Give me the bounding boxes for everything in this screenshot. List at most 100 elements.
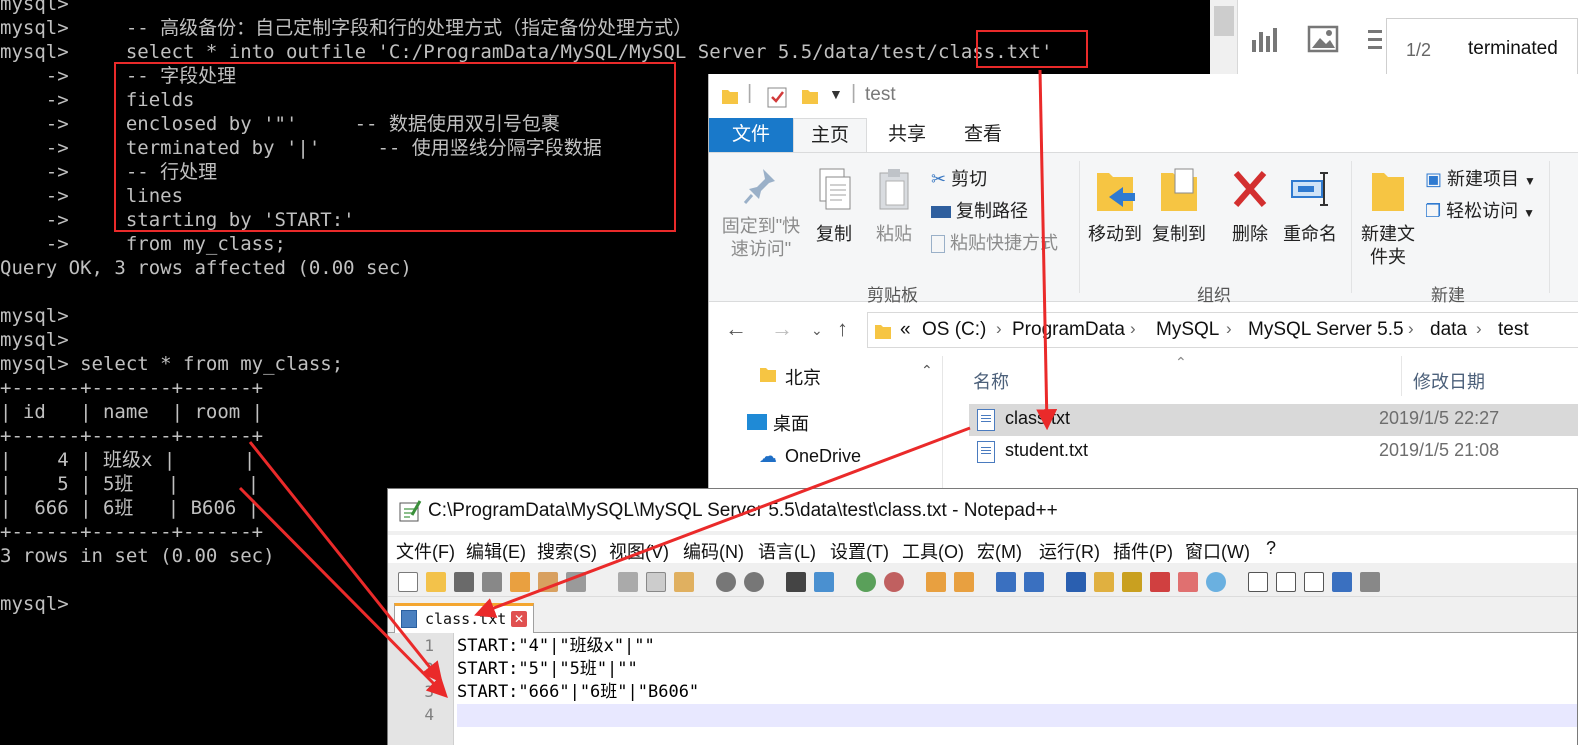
console-line: -> lines — [0, 185, 184, 207]
list-icon[interactable] — [1364, 22, 1386, 56]
menu-settings[interactable]: 设置(T) — [830, 538, 889, 564]
file-row-student-txt[interactable]: student.txt 2019/1/5 21:08 — [969, 436, 1578, 468]
close-icon[interactable] — [510, 572, 530, 592]
properties-icon[interactable] — [767, 86, 787, 108]
search-term: terminated — [1468, 38, 1558, 59]
menu-edit[interactable]: 编辑(E) — [466, 538, 526, 564]
move-to-button[interactable]: 移动到 — [1085, 165, 1145, 246]
cut-icon[interactable] — [618, 572, 638, 592]
console-line: -> enclosed by '"' -- 数据使用双引号包裹 — [0, 113, 560, 135]
tab-share[interactable]: 共享 — [871, 118, 943, 152]
print-icon[interactable] — [566, 572, 586, 592]
menu-tools[interactable]: 工具(O) — [902, 538, 964, 564]
file-row-class-txt[interactable]: class.txt 2019/1/5 22:27 — [969, 404, 1578, 436]
bar-chart-icon[interactable] — [1248, 22, 1282, 56]
find-icon[interactable] — [786, 572, 806, 592]
menu-run[interactable]: 运行(R) — [1039, 538, 1100, 564]
quick-access-dropdown-icon[interactable]: ▼ — [829, 86, 843, 102]
address-bar[interactable]: « OS (C:) › ProgramData › MySQL › MySQL … — [867, 312, 1578, 348]
nav-item-desktop[interactable]: 桌面 — [773, 410, 809, 436]
monitoring-icon[interactable] — [1206, 572, 1226, 592]
record-macro-icon[interactable] — [1248, 572, 1268, 592]
scrollbar-thumb[interactable] — [1214, 6, 1234, 36]
open-file-icon[interactable] — [426, 572, 446, 592]
tab-home[interactable]: 主页 — [793, 118, 867, 152]
paste-icon[interactable] — [674, 572, 694, 592]
copy-path-button[interactable]: 复制路径 — [931, 197, 1028, 223]
breadcrumb-test[interactable]: test — [1498, 319, 1529, 341]
indent-guide-icon[interactable] — [1066, 572, 1086, 592]
picture-icon[interactable] — [1306, 22, 1340, 56]
breadcrumb-mysql-server[interactable]: MySQL Server 5.5 — [1248, 319, 1404, 341]
menu-view[interactable]: 视图(V) — [609, 538, 669, 564]
breadcrumb-drive[interactable]: OS (C:) — [922, 319, 986, 341]
menu-file[interactable]: 文件(F) — [396, 538, 455, 564]
show-all-characters-icon[interactable] — [1024, 572, 1044, 592]
menu-encoding[interactable]: 编码(N) — [683, 538, 744, 564]
forward-arrow-icon[interactable]: → — [771, 316, 793, 342]
menu-language[interactable]: 语言(L) — [758, 538, 816, 564]
new-folder-icon[interactable] — [801, 86, 819, 106]
new-folder-button[interactable]: 新建文件夹 — [1357, 165, 1419, 269]
stop-recording-icon[interactable] — [1276, 572, 1296, 592]
menu-macro[interactable]: 宏(M) — [977, 538, 1022, 564]
copy-to-button[interactable]: 复制到 — [1149, 165, 1209, 246]
close-all-icon[interactable] — [538, 572, 558, 592]
group-separator — [1079, 161, 1080, 293]
back-arrow-icon[interactable]: ← — [725, 316, 747, 342]
npp-editor[interactable]: 1 2 3 4 START:"4"|"班级x"|"" START:"5"|"5班… — [388, 633, 1577, 745]
playback-icon[interactable] — [1304, 572, 1324, 592]
document-map-icon[interactable] — [1122, 572, 1142, 592]
paste-button[interactable]: 粘贴 — [869, 165, 919, 246]
nav-item-beijing[interactable]: 北京 — [785, 364, 821, 390]
paste-shortcut-button[interactable]: 粘贴快捷方式 — [931, 229, 1058, 255]
rename-button[interactable]: 重命名 — [1279, 165, 1341, 246]
folder-as-workspace-icon[interactable] — [1178, 572, 1198, 592]
function-list-icon[interactable] — [1150, 572, 1170, 592]
new-item-button[interactable]: ▣ 新建项目 ▼ — [1425, 165, 1536, 191]
sync-horizontal-icon[interactable] — [954, 572, 974, 592]
save-icon[interactable] — [454, 572, 474, 592]
user-language-icon[interactable] — [1094, 572, 1114, 592]
save-macro-icon[interactable] — [1360, 572, 1380, 592]
copy-icon[interactable] — [646, 572, 666, 592]
menu-plugins[interactable]: 插件(P) — [1113, 538, 1173, 564]
pin-quick-access-button[interactable]: 固定到"快速访问" — [717, 165, 805, 261]
column-date-header[interactable]: 修改日期 — [1413, 368, 1485, 394]
new-file-icon[interactable] — [398, 572, 418, 592]
breadcrumb-mysql[interactable]: MySQL — [1156, 319, 1219, 341]
breadcrumb-data[interactable]: data — [1430, 319, 1467, 341]
undo-icon[interactable] — [716, 572, 736, 592]
page-counter: 1/2 — [1406, 40, 1432, 60]
run-macro-multiple-icon[interactable] — [1332, 572, 1352, 592]
zoom-out-icon[interactable] — [884, 572, 904, 592]
tab-class-txt[interactable]: class.txt ✕ — [394, 603, 534, 634]
redo-icon[interactable] — [744, 572, 764, 592]
scroll-up-icon[interactable]: ⌃ — [921, 362, 933, 379]
zoom-in-icon[interactable] — [856, 572, 876, 592]
menu-search[interactable]: 搜索(S) — [537, 538, 597, 564]
menu-window[interactable]: 窗口(W) — [1185, 538, 1250, 564]
menu-help[interactable]: ? — [1266, 538, 1276, 559]
npp-window-title: C:\ProgramData\MySQL\MySQL Server 5.5\da… — [428, 500, 1058, 521]
nav-item-onedrive[interactable]: OneDrive — [785, 446, 861, 467]
cut-button[interactable]: ✂ 剪切 — [931, 165, 987, 191]
column-name-header[interactable]: 名称 — [973, 368, 1009, 394]
close-tab-icon[interactable]: ✕ — [511, 611, 527, 627]
scissors-icon: ✂ — [931, 169, 947, 189]
delete-button[interactable]: 删除 — [1223, 165, 1277, 246]
up-arrow-icon[interactable]: ↑ — [837, 316, 848, 342]
recent-locations-icon[interactable]: ⌄ — [811, 322, 823, 339]
breadcrumb-overflow[interactable]: « — [900, 319, 911, 341]
sync-vertical-icon[interactable] — [926, 572, 946, 592]
breadcrumb-programdata[interactable]: ProgramData — [1012, 319, 1125, 341]
tab-view[interactable]: 查看 — [947, 118, 1019, 152]
line-number: 3 — [424, 682, 434, 701]
word-wrap-icon[interactable] — [996, 572, 1016, 592]
replace-icon[interactable] — [814, 572, 834, 592]
copy-button[interactable]: 复制 — [809, 165, 859, 246]
easy-access-button[interactable]: ❐ 轻松访问 ▼ — [1425, 197, 1535, 223]
scrollbar[interactable] — [1210, 0, 1238, 74]
tab-file[interactable]: 文件 — [709, 118, 793, 152]
save-all-icon[interactable] — [482, 572, 502, 592]
